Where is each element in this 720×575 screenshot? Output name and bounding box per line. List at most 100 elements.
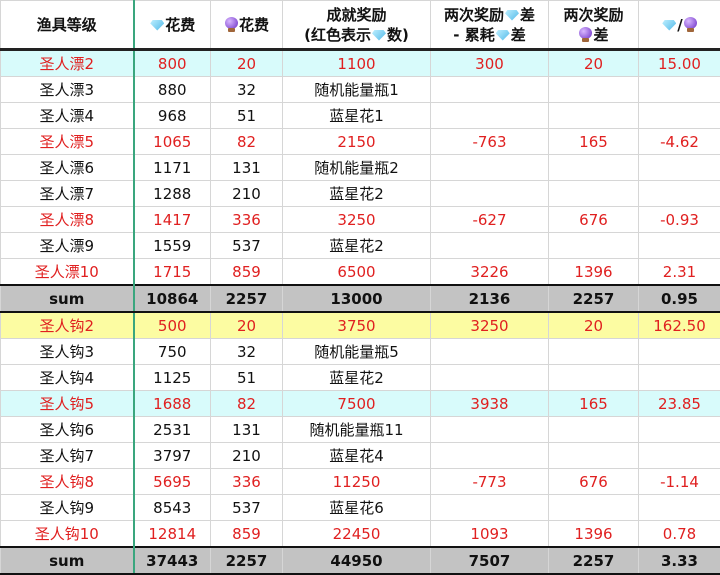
cell-orb-cost[interactable]: 336 (211, 207, 283, 233)
cell-orb-diff[interactable] (549, 181, 639, 207)
cell-ratio[interactable]: 23.85 (639, 391, 720, 417)
cell-orb-diff[interactable]: 165 (549, 129, 639, 155)
cell-diamond-diff[interactable] (431, 365, 549, 391)
cell-achievement-reward[interactable]: 蓝星花6 (283, 495, 431, 521)
header-orb-cost[interactable]: 花费 (211, 1, 283, 50)
cell-ratio[interactable]: 0.78 (639, 521, 720, 548)
cell-orb-diff[interactable]: 676 (549, 469, 639, 495)
cell-diamond-cost[interactable]: 8543 (134, 495, 211, 521)
cell-ratio[interactable] (639, 233, 720, 259)
cell-orb-diff[interactable] (549, 233, 639, 259)
cell-orb-diff[interactable]: 1396 (549, 259, 639, 286)
cell-orb-cost[interactable]: 859 (211, 521, 283, 548)
cell-ratio[interactable]: -4.62 (639, 129, 720, 155)
cell-level[interactable]: 圣人漂9 (1, 233, 134, 259)
cell-orb-diff[interactable]: 1396 (549, 521, 639, 548)
cell-orb-cost[interactable]: 2257 (211, 285, 283, 312)
cell-orb-cost[interactable]: 210 (211, 443, 283, 469)
cell-orb-cost[interactable]: 32 (211, 77, 283, 103)
cell-orb-cost[interactable]: 2257 (211, 547, 283, 574)
cell-level[interactable]: 圣人钩2 (1, 312, 134, 339)
cell-ratio[interactable] (639, 443, 720, 469)
header-diamond-diff[interactable]: 两次奖励差- 累耗差 (431, 1, 549, 50)
cell-orb-cost[interactable]: 537 (211, 495, 283, 521)
cell-diamond-diff[interactable] (431, 443, 549, 469)
cell-diamond-diff[interactable] (431, 181, 549, 207)
cell-achievement-reward[interactable]: 7500 (283, 391, 431, 417)
cell-orb-cost[interactable]: 336 (211, 469, 283, 495)
cell-level[interactable]: 圣人漂10 (1, 259, 134, 286)
header-ratio[interactable]: / (639, 1, 720, 50)
cell-ratio[interactable]: 2.31 (639, 259, 720, 286)
cell-level[interactable]: 圣人钩3 (1, 339, 134, 365)
cell-ratio[interactable] (639, 495, 720, 521)
cell-diamond-cost[interactable]: 5695 (134, 469, 211, 495)
cell-orb-cost[interactable]: 20 (211, 50, 283, 77)
cell-ratio[interactable]: 15.00 (639, 50, 720, 77)
cell-diamond-diff[interactable] (431, 495, 549, 521)
cell-orb-diff[interactable] (549, 495, 639, 521)
cell-diamond-diff[interactable]: -773 (431, 469, 549, 495)
cell-diamond-cost[interactable]: 37443 (134, 547, 211, 574)
cell-diamond-diff[interactable] (431, 233, 549, 259)
cell-diamond-cost[interactable]: 1688 (134, 391, 211, 417)
cell-level[interactable]: 圣人钩9 (1, 495, 134, 521)
cell-ratio[interactable]: 3.33 (639, 547, 720, 574)
cell-orb-diff[interactable]: 676 (549, 207, 639, 233)
cell-ratio[interactable]: 162.50 (639, 312, 720, 339)
cell-diamond-diff[interactable]: 2136 (431, 285, 549, 312)
cell-diamond-diff[interactable]: -763 (431, 129, 549, 155)
cell-ratio[interactable]: 0.95 (639, 285, 720, 312)
cell-diamond-cost[interactable]: 1417 (134, 207, 211, 233)
cell-diamond-cost[interactable]: 880 (134, 77, 211, 103)
cell-achievement-reward[interactable]: 1100 (283, 50, 431, 77)
cell-level[interactable]: 圣人漂4 (1, 103, 134, 129)
cell-level[interactable]: 圣人漂6 (1, 155, 134, 181)
cell-orb-cost[interactable]: 51 (211, 365, 283, 391)
header-achievement-reward[interactable]: 成就奖励(红色表示数) (283, 1, 431, 50)
cell-level[interactable]: 圣人钩6 (1, 417, 134, 443)
cell-diamond-cost[interactable]: 12814 (134, 521, 211, 548)
cell-achievement-reward[interactable]: 蓝星花2 (283, 233, 431, 259)
cell-ratio[interactable] (639, 181, 720, 207)
cell-level[interactable]: 圣人漂2 (1, 50, 134, 77)
cell-orb-diff[interactable] (549, 365, 639, 391)
cell-level[interactable]: 圣人钩8 (1, 469, 134, 495)
cell-diamond-diff[interactable] (431, 339, 549, 365)
cell-ratio[interactable] (639, 417, 720, 443)
cell-diamond-diff[interactable] (431, 417, 549, 443)
header-diamond-cost[interactable]: 花费 (134, 1, 211, 50)
cell-diamond-diff[interactable]: 300 (431, 50, 549, 77)
cell-orb-cost[interactable]: 51 (211, 103, 283, 129)
cell-achievement-reward[interactable]: 随机能量瓶2 (283, 155, 431, 181)
cell-diamond-cost[interactable]: 968 (134, 103, 211, 129)
cell-achievement-reward[interactable]: 11250 (283, 469, 431, 495)
cell-orb-cost[interactable]: 20 (211, 312, 283, 339)
cell-orb-diff[interactable]: 165 (549, 391, 639, 417)
cell-level[interactable]: 圣人钩4 (1, 365, 134, 391)
cell-level[interactable]: 圣人钩7 (1, 443, 134, 469)
cell-diamond-cost[interactable]: 750 (134, 339, 211, 365)
cell-diamond-cost[interactable]: 2531 (134, 417, 211, 443)
cell-achievement-reward[interactable]: 随机能量瓶1 (283, 77, 431, 103)
cell-diamond-diff[interactable]: 3226 (431, 259, 549, 286)
cell-ratio[interactable]: -0.93 (639, 207, 720, 233)
cell-diamond-diff[interactable]: 7507 (431, 547, 549, 574)
cell-diamond-cost[interactable]: 1125 (134, 365, 211, 391)
cell-level[interactable]: 圣人漂8 (1, 207, 134, 233)
cell-orb-cost[interactable]: 859 (211, 259, 283, 286)
cell-achievement-reward[interactable]: 蓝星花1 (283, 103, 431, 129)
cell-orb-cost[interactable]: 82 (211, 129, 283, 155)
cell-achievement-reward[interactable]: 随机能量瓶5 (283, 339, 431, 365)
cell-diamond-diff[interactable]: 3938 (431, 391, 549, 417)
cell-level[interactable]: 圣人漂7 (1, 181, 134, 207)
cell-level[interactable]: sum (1, 285, 134, 312)
cell-orb-diff[interactable] (549, 155, 639, 181)
cell-diamond-cost[interactable]: 10864 (134, 285, 211, 312)
cell-ratio[interactable] (639, 339, 720, 365)
cell-orb-diff[interactable]: 20 (549, 50, 639, 77)
cell-orb-cost[interactable]: 32 (211, 339, 283, 365)
cell-achievement-reward[interactable]: 13000 (283, 285, 431, 312)
cell-diamond-diff[interactable] (431, 155, 549, 181)
cell-achievement-reward[interactable]: 蓝星花2 (283, 365, 431, 391)
